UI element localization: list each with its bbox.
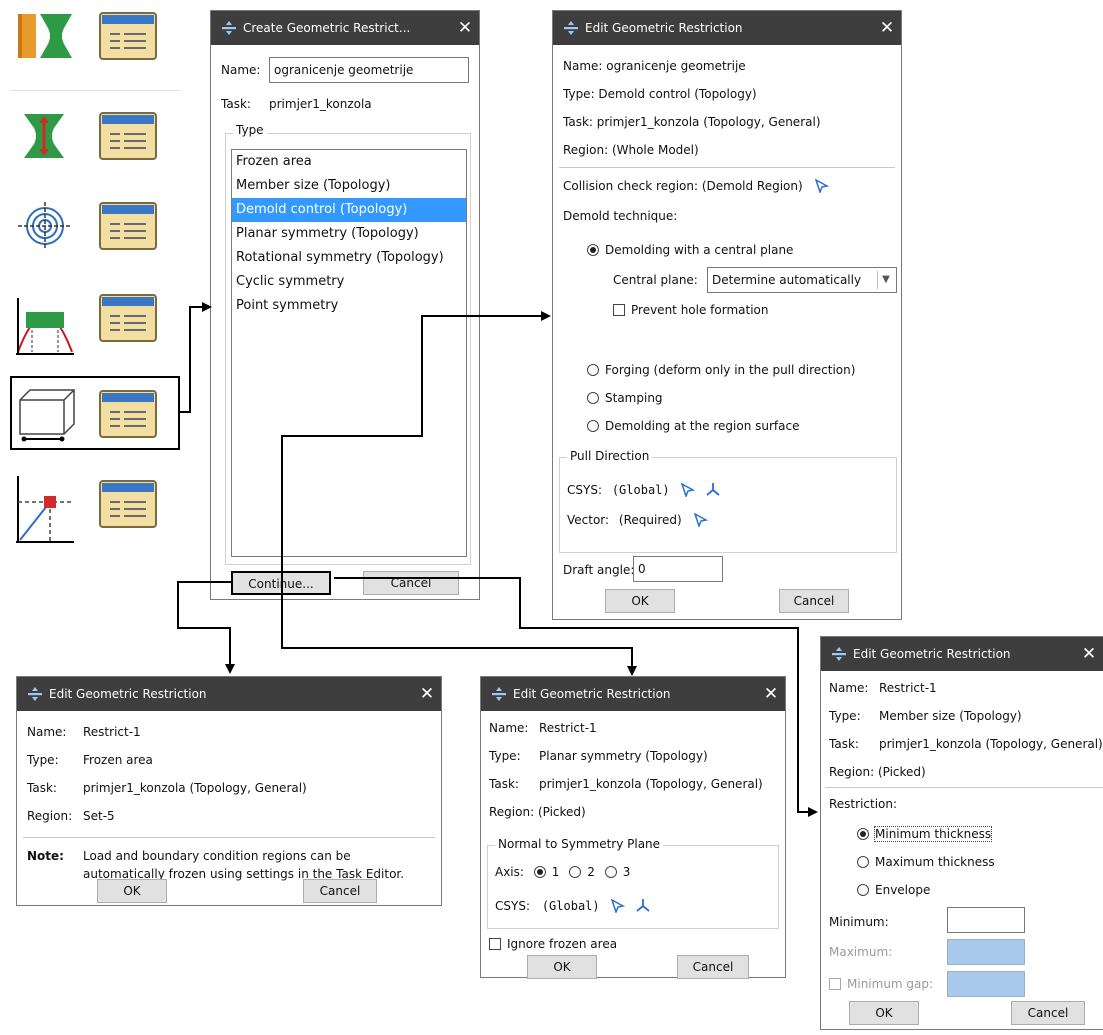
arrow-toolbar-to-create bbox=[180, 306, 204, 413]
arrow-continue-to-member bbox=[334, 577, 810, 813]
arrow-continue-to-planar bbox=[281, 600, 633, 668]
flow-arrows bbox=[177, 302, 818, 817]
arrow-continue-to-frozen bbox=[177, 581, 232, 666]
arrow-create-to-demold bbox=[281, 315, 544, 600]
